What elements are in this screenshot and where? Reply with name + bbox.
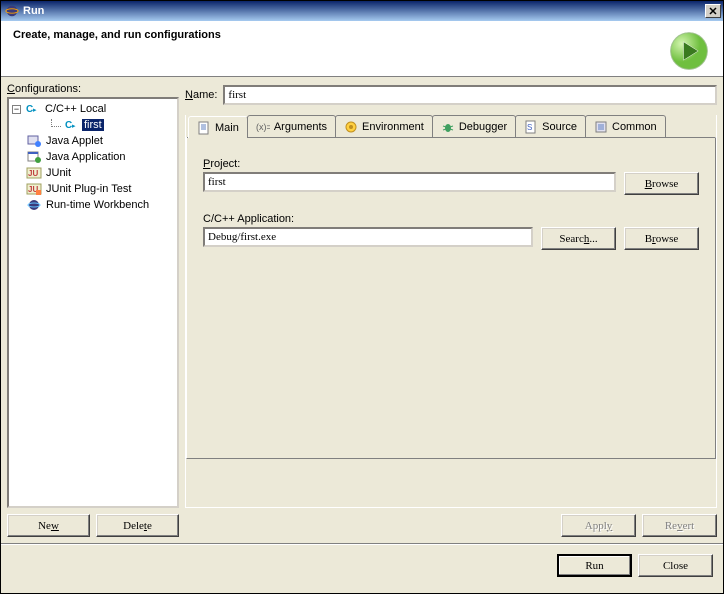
junit-plugin-icon: JU (26, 181, 42, 197)
project-input[interactable] (203, 172, 616, 192)
tree-buttons: New Delete (7, 514, 179, 537)
left-panel: Configurations: − C▸ C/C++ Local C▸ firs… (7, 83, 179, 537)
delete-button[interactable]: Delete (96, 514, 179, 537)
configurations-label: Configurations: (7, 83, 179, 95)
bug-icon (441, 120, 455, 134)
new-button[interactable]: New (7, 514, 90, 537)
svg-text:▸: ▸ (72, 123, 76, 130)
svg-text:(x)=: (x)= (256, 122, 270, 132)
search-button[interactable]: Search... (541, 227, 616, 250)
application-label: C/C++ Application: (203, 213, 699, 225)
tab-main[interactable]: Main (188, 116, 248, 138)
name-input[interactable] (223, 85, 717, 105)
junit-icon: JU (26, 165, 42, 181)
tab-environment[interactable]: Environment (335, 115, 433, 137)
tree-label: Java Applet (44, 135, 105, 147)
tab-container: Main (x)= Arguments Environment Debugger… (185, 115, 717, 508)
environment-icon (344, 120, 358, 134)
application-input[interactable] (203, 227, 533, 247)
file-icon (197, 121, 211, 135)
tab-strip: Main (x)= Arguments Environment Debugger… (188, 115, 716, 137)
tree-item-java-app[interactable]: Java Application (11, 149, 175, 165)
tab-label: Common (612, 121, 657, 133)
window-title: Run (23, 5, 705, 17)
svg-text:JU: JU (28, 169, 38, 178)
application-group: C/C++ Application: Search... Browse (203, 213, 699, 250)
dialog-footer: Run Close (1, 543, 723, 589)
name-label: Name: (185, 89, 217, 101)
tree-item-runtime-workbench[interactable]: Run-time Workbench (11, 197, 175, 213)
arguments-icon: (x)= (256, 120, 270, 134)
right-panel: Name: Main (x)= Arguments Environment (185, 83, 717, 537)
tree-item-junit[interactable]: JU JUnit (11, 165, 175, 181)
source-icon: S (524, 120, 538, 134)
tree-item-first[interactable]: C▸ first (11, 117, 175, 133)
tab-label: Environment (362, 121, 424, 133)
tab-body-main: Project: Browse C/C++ Application: Searc… (186, 137, 716, 459)
tree-label: JUnit (44, 167, 73, 179)
tab-arguments[interactable]: (x)= Arguments (247, 115, 336, 137)
name-row: Name: (185, 85, 717, 105)
close-button[interactable]: Close (638, 554, 713, 577)
configurations-tree[interactable]: − C▸ C/C++ Local C▸ first Java Applet Ja… (7, 97, 179, 508)
project-browse-button[interactable]: Browse (624, 172, 699, 195)
svg-text:▸: ▸ (33, 107, 37, 114)
tab-label: Main (215, 122, 239, 134)
header-text: Create, manage, and run configurations (13, 29, 221, 41)
c-icon: C▸ (64, 117, 80, 133)
window-close-button[interactable]: ✕ (705, 4, 721, 18)
tab-common[interactable]: Common (585, 115, 666, 137)
tree-label: C/C++ Local (43, 103, 108, 115)
c-icon: C▸ (25, 101, 41, 117)
applet-icon (26, 133, 42, 149)
tree-item-junit-plugin[interactable]: JU JUnit Plug-in Test (11, 181, 175, 197)
tab-label: Arguments (274, 121, 327, 133)
tab-label: Debugger (459, 121, 507, 133)
titlebar: Run ✕ (1, 1, 723, 21)
main-area: Configurations: − C▸ C/C++ Local C▸ firs… (1, 77, 723, 543)
tab-source[interactable]: S Source (515, 115, 586, 137)
tab-debugger[interactable]: Debugger (432, 115, 516, 137)
tree-item-cpp-local[interactable]: − C▸ C/C++ Local (11, 101, 175, 117)
java-app-icon (26, 149, 42, 165)
run-button[interactable]: Run (557, 554, 632, 577)
revert-button[interactable]: Revert (642, 514, 717, 537)
tab-label: Source (542, 121, 577, 133)
project-group: Project: Browse (203, 158, 699, 195)
apply-revert-row: Apply Revert (185, 514, 717, 537)
apply-button[interactable]: Apply (561, 514, 636, 537)
project-label: Project: (203, 158, 699, 170)
tree-label: Java Application (44, 151, 128, 163)
tree-item-java-applet[interactable]: Java Applet (11, 133, 175, 149)
common-icon (594, 120, 608, 134)
tree-label: Run-time Workbench (44, 199, 151, 211)
run-play-icon (667, 29, 711, 73)
tree-label: first (82, 119, 104, 131)
tree-connector (51, 119, 61, 127)
tree-label: JUnit Plug-in Test (44, 183, 133, 195)
svg-text:S: S (527, 123, 532, 132)
eclipse-icon (5, 4, 19, 18)
workbench-icon (26, 197, 42, 213)
dialog-header: Create, manage, and run configurations (1, 21, 723, 77)
expand-toggle-icon[interactable]: − (12, 105, 21, 114)
app-browse-button[interactable]: Browse (624, 227, 699, 250)
